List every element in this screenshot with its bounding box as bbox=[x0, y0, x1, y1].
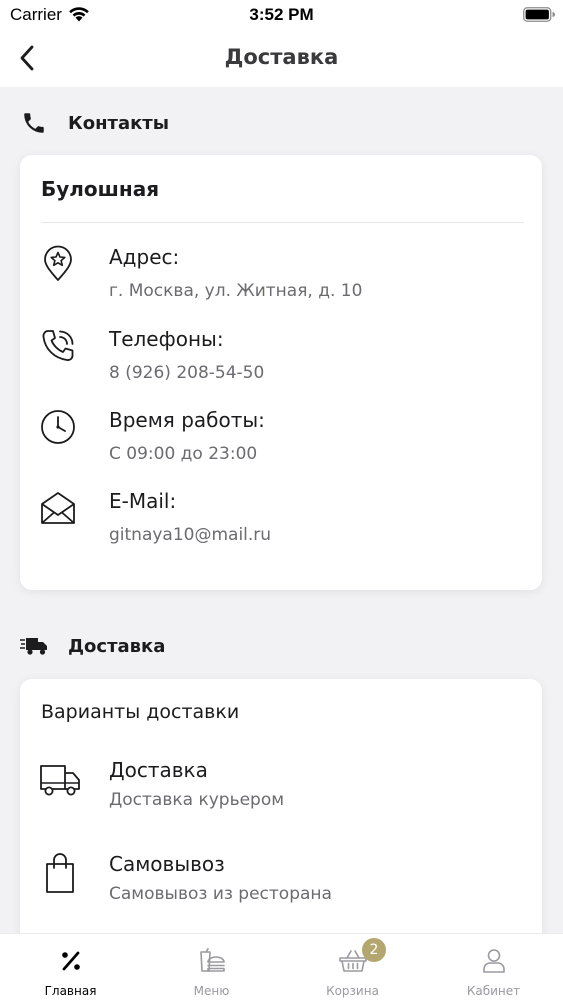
address-value: г. Москва, ул. Житная, д. 10 bbox=[109, 281, 363, 301]
delivery-options-title: Варианты доставки bbox=[41, 701, 240, 723]
phones-value: 8 (926) 208-54-50 bbox=[109, 363, 265, 383]
tab-account-label: Кабинет bbox=[466, 984, 521, 998]
phones-title: Телефоны: bbox=[109, 327, 224, 351]
tab-home-label: Главная bbox=[44, 984, 97, 998]
phone-ringing-icon bbox=[42, 330, 74, 361]
shopping-bag-icon bbox=[46, 853, 74, 893]
delivery-option-pickup[interactable]: Самовывоз Самовывоз из ресторана bbox=[20, 852, 542, 912]
mail-icon bbox=[41, 492, 75, 524]
address-title: Адрес: bbox=[109, 245, 180, 269]
status-time: 3:52 PM bbox=[249, 5, 314, 24]
page-title: Доставка bbox=[224, 45, 339, 69]
tab-cart[interactable]: Корзина bbox=[282, 934, 423, 1000]
location-star-icon bbox=[44, 245, 72, 281]
pickup-description: Самовывоз из ресторана bbox=[109, 884, 332, 904]
contact-item-address[interactable]: Адрес: г. Москва, ул. Житная, д. 10 bbox=[20, 245, 542, 309]
battery-icon bbox=[523, 7, 555, 22]
card-divider bbox=[41, 222, 524, 223]
cart-count-badge: 2 bbox=[362, 938, 386, 962]
contact-item-hours: Время работы: С 09:00 до 23:00 bbox=[20, 408, 542, 472]
contact-item-email[interactable]: E-Mail: gitnaya10@mail.ru bbox=[20, 489, 542, 553]
contact-item-phones[interactable]: Телефоны: 8 (926) 208-54-50 bbox=[20, 327, 542, 391]
clock-icon bbox=[41, 410, 75, 444]
tab-menu[interactable]: Меню bbox=[141, 934, 282, 1000]
email-value: gitnaya10@mail.ru bbox=[109, 525, 272, 545]
restaurant-name: Булошная bbox=[41, 177, 160, 201]
courier-description: Доставка курьером bbox=[109, 790, 285, 810]
contacts-section-label: Контакты bbox=[68, 112, 170, 134]
status-bar: Carrier 3:52 PM bbox=[0, 0, 563, 30]
contacts-section-header: Контакты bbox=[20, 108, 169, 138]
truck-icon bbox=[40, 765, 80, 796]
email-title: E-Mail: bbox=[109, 489, 177, 513]
pickup-title: Самовывоз bbox=[109, 852, 225, 876]
hours-title: Время работы: bbox=[109, 408, 265, 432]
tab-cart-label: Корзина bbox=[326, 984, 379, 998]
hours-value: С 09:00 до 23:00 bbox=[109, 444, 258, 464]
tab-account[interactable]: Кабинет bbox=[423, 934, 563, 1000]
delivery-options-card: Варианты доставки Доставка Доставка курь… bbox=[20, 679, 542, 969]
tab-menu-label: Меню bbox=[193, 984, 230, 998]
delivery-option-courier[interactable]: Доставка Доставка курьером bbox=[20, 758, 542, 818]
food-menu-icon bbox=[197, 946, 227, 976]
courier-title: Доставка bbox=[109, 758, 208, 782]
delivery-section-header: Доставка bbox=[20, 631, 165, 661]
fast-truck-icon bbox=[20, 632, 48, 660]
contacts-card: Булошная Адрес: г. Москва, ул. Житная, д… bbox=[20, 155, 542, 590]
tab-home[interactable]: Главная bbox=[0, 934, 141, 1000]
tab-bar: Главная Меню Корзина Кабинет 2 bbox=[0, 933, 563, 1000]
user-icon bbox=[479, 946, 509, 976]
percent-icon bbox=[56, 946, 86, 976]
phone-icon bbox=[20, 109, 48, 137]
nav-bar: Доставка bbox=[0, 30, 563, 87]
delivery-section-label: Доставка bbox=[68, 635, 166, 657]
